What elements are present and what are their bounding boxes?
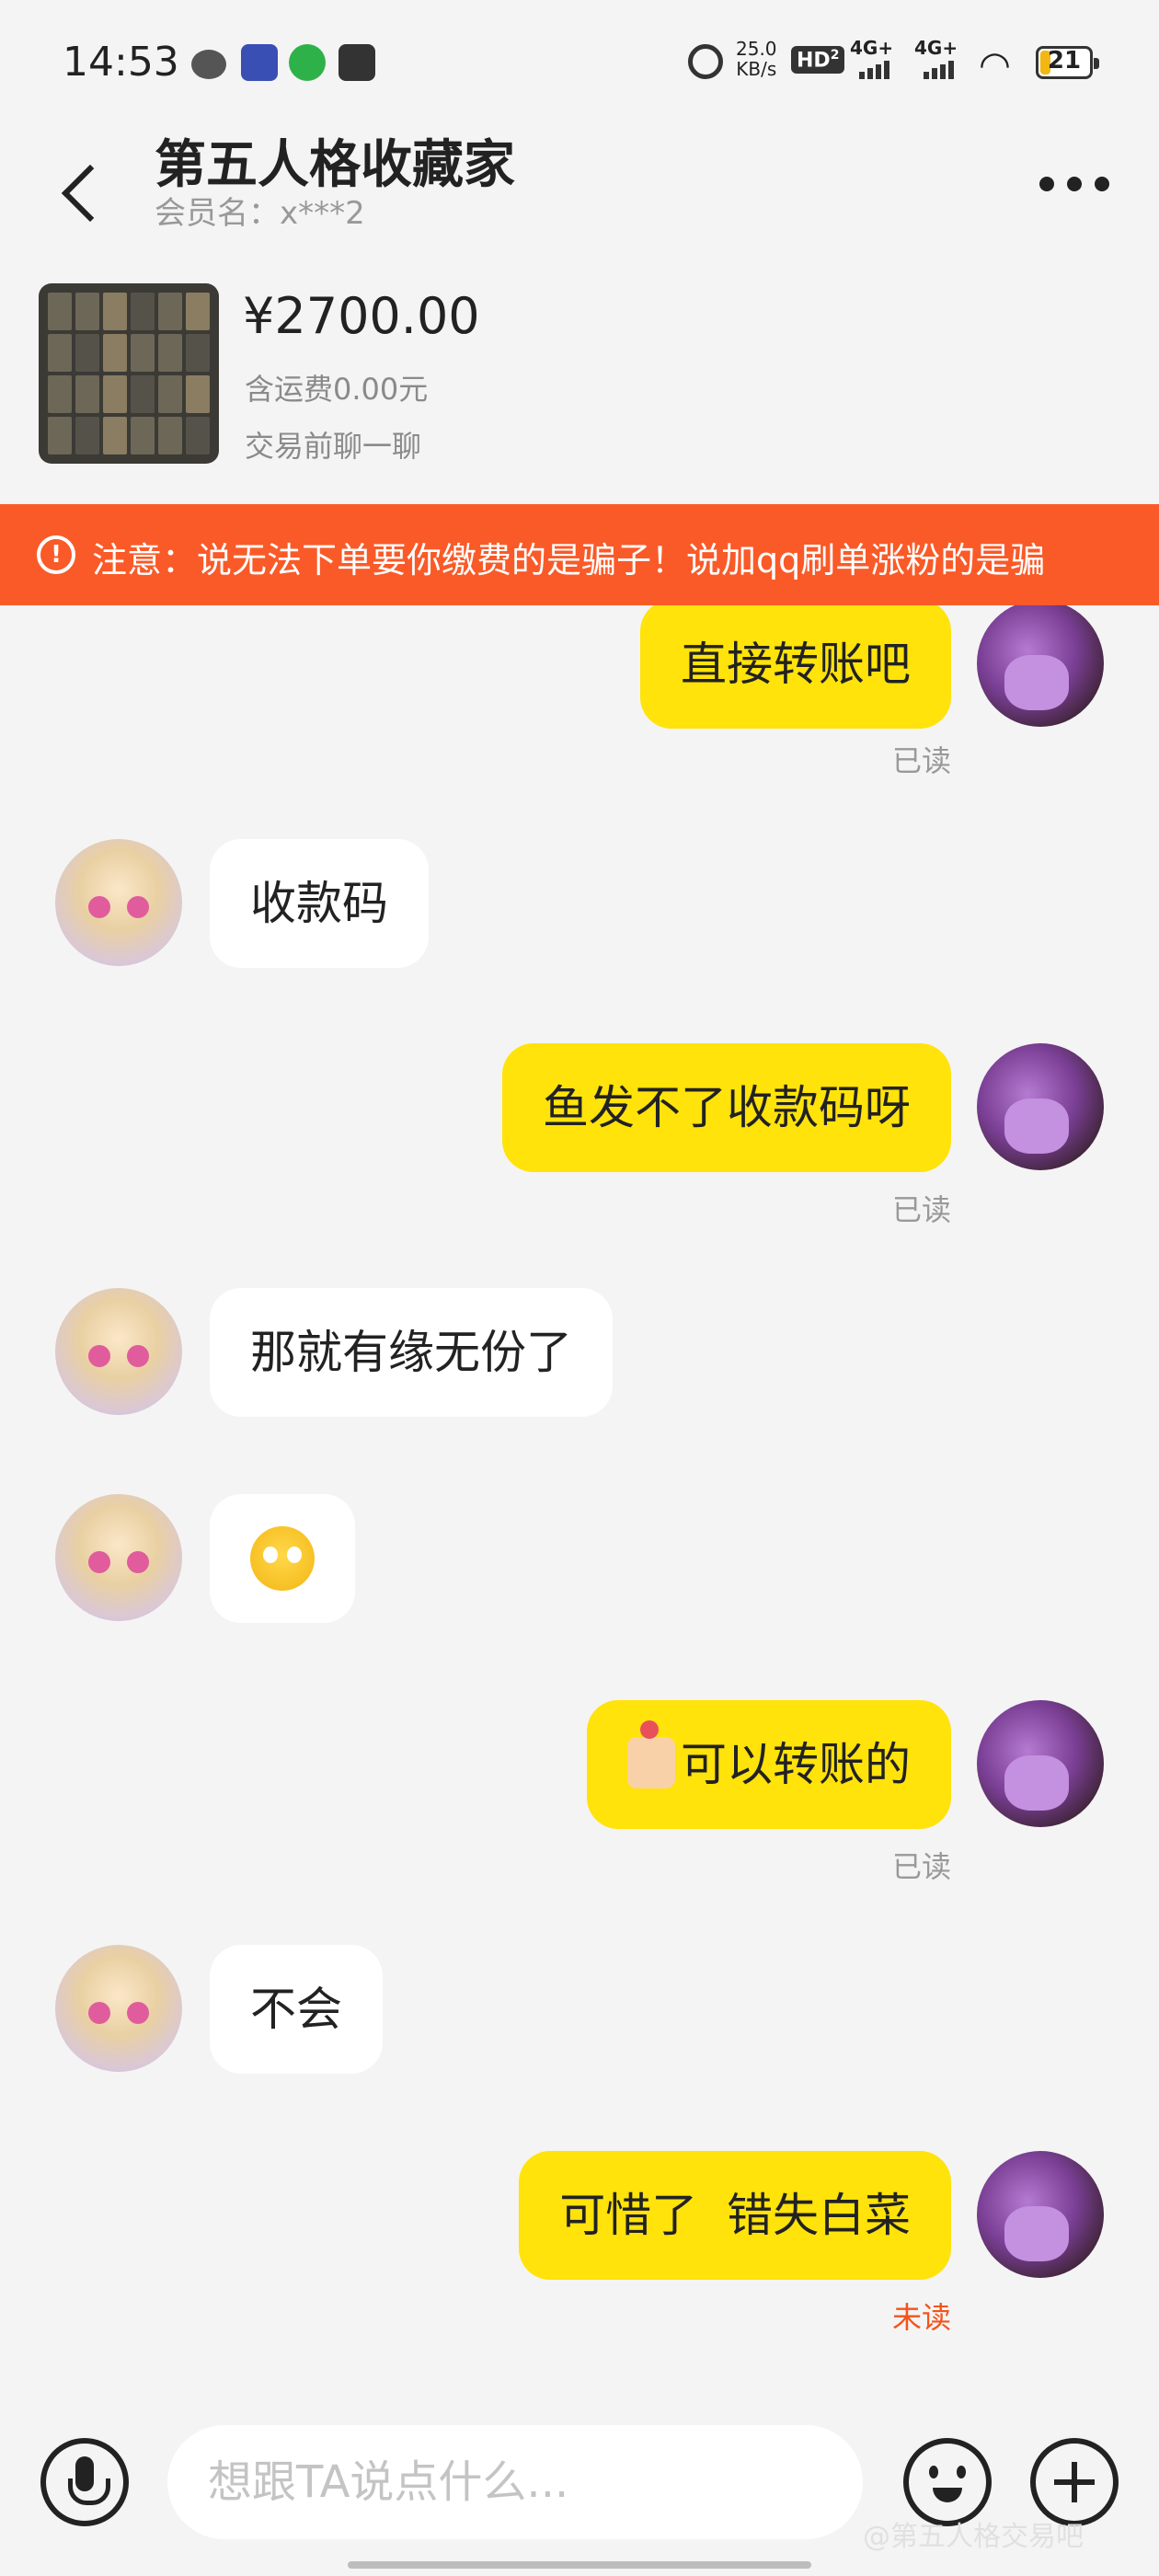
warning-banner: ! 注意：说无法下单要你缴费的是骗子！说加qq刷单涨粉的是骗 (0, 504, 1159, 605)
more-dot-icon (1067, 177, 1082, 191)
seller-avatar[interactable] (55, 839, 182, 966)
network1-label: 4G+ (850, 37, 894, 59)
battery-icon: 21 (1036, 46, 1099, 79)
chat-header: 第五人格收藏家 会员名：x***2 (0, 123, 1159, 270)
message-bubble-sent[interactable]: 可惜了 错失白菜 (519, 2151, 951, 2280)
read-status: 已读 (891, 743, 951, 778)
my-avatar[interactable] (977, 2151, 1104, 2278)
speed-value: 25.0 (736, 38, 777, 60)
battery-level: 21 (1047, 47, 1082, 75)
read-status: 已读 (891, 1192, 951, 1227)
chat-area[interactable]: 直接转账吧 已读 收款码 鱼发不了收款码呀 已读 那就有缘无份了 可以转账的 已… (0, 605, 1159, 2418)
hd-label: HD (797, 49, 831, 73)
member-name: 会员名：x***2 (155, 195, 365, 232)
microphone-button[interactable] (40, 2438, 129, 2526)
seller-avatar[interactable] (55, 1945, 182, 2072)
wifi-icon: ◠ (979, 44, 1011, 86)
wechat-notification-icon (191, 50, 226, 79)
game-notification-icon (289, 44, 326, 81)
watermark: @第五人格交易吧 (863, 2521, 1084, 2553)
warning-text: 注意：说无法下单要你缴费的是骗子！说加qq刷单涨粉的是骗 (92, 540, 1046, 581)
message-bubble-sent[interactable]: 可以转账的 (587, 1700, 951, 1829)
message-text: 可以转账的 (681, 1738, 911, 1791)
seller-avatar[interactable] (55, 1494, 182, 1621)
input-bar: @第五人格交易吧 (0, 2418, 1159, 2576)
unread-status: 未读 (891, 2300, 951, 2335)
status-time: 14:53 (63, 39, 179, 86)
message-input[interactable] (167, 2425, 863, 2539)
thumbnail-grid (48, 293, 210, 454)
message-bubble-received[interactable] (210, 1494, 355, 1623)
my-avatar[interactable] (977, 605, 1104, 727)
message-bubble-received[interactable]: 不会 (210, 1945, 383, 2074)
message-text: 不会 (250, 1983, 342, 2036)
message-text: 那就有缘无份了 (250, 1326, 572, 1379)
signal-icon-2: 4G+ (914, 37, 958, 59)
network2-label: 4G+ (914, 37, 958, 59)
my-avatar[interactable] (977, 1043, 1104, 1170)
message-bubble-sent[interactable]: 鱼发不了收款码呀 (502, 1043, 951, 1172)
more-options-button[interactable] (1036, 160, 1113, 206)
app-notification-icon (339, 44, 375, 81)
hd-sub: 2 (830, 48, 840, 63)
more-dot-icon (1095, 177, 1109, 191)
message-text: 可惜了 错失白菜 (559, 2189, 911, 2242)
pointing-hand-flower-emoji (627, 1719, 675, 1788)
alarm-icon (688, 44, 723, 79)
message-text: 收款码 (250, 877, 388, 930)
message-bubble-received[interactable]: 那就有缘无份了 (210, 1288, 613, 1417)
warning-icon: ! (37, 535, 75, 574)
battery-tip (1094, 58, 1099, 69)
status-bar: 14:53 25.0 KB/s HD2 4G+ 4G+ ◠ 21 (0, 0, 1159, 123)
home-indicator[interactable] (348, 2561, 811, 2569)
message-text: 直接转账吧 (681, 638, 911, 691)
page-title: 第五人格收藏家 (155, 135, 515, 195)
tieba-notification-icon (241, 44, 278, 81)
back-button[interactable] (50, 140, 123, 232)
read-status: 已读 (891, 1849, 951, 1884)
message-bubble-received[interactable]: 收款码 (210, 839, 429, 968)
crying-face-emoji (250, 1525, 315, 1591)
seller-avatar[interactable] (55, 1288, 182, 1415)
product-note: 交易前聊一聊 (245, 429, 422, 464)
signal-icon-1: 4G+ (850, 37, 893, 59)
message-text: 鱼发不了收款码呀 (543, 1081, 911, 1134)
product-thumbnail[interactable] (39, 283, 219, 464)
hd-icon: HD2 (791, 46, 845, 75)
product-price: ¥2700.00 (243, 287, 480, 345)
more-dot-icon (1039, 177, 1054, 191)
signal-bars-1 (859, 61, 892, 79)
product-shipping: 含运费0.00元 (245, 372, 429, 407)
product-card[interactable]: ¥2700.00 含运费0.00元 交易前聊一聊 (0, 270, 1159, 502)
message-bubble-sent[interactable]: 直接转账吧 (640, 605, 951, 729)
signal-bars-2 (924, 61, 957, 79)
my-avatar[interactable] (977, 1700, 1104, 1827)
speed-unit: KB/s (736, 58, 777, 80)
network-speed: 25.0 KB/s (736, 39, 777, 79)
